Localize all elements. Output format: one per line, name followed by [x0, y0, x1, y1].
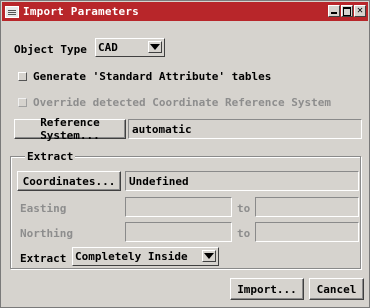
window-title: Import Parameters: [23, 5, 139, 18]
generate-tables-checkbox[interactable]: [18, 72, 27, 81]
import-button[interactable]: Import...: [230, 278, 304, 300]
object-type-value: CAD: [98, 41, 118, 54]
extract-mode-label: Extract: [20, 252, 67, 265]
import-parameters-dialog: Import Parameters ✕ Object Type CAD Gene…: [0, 0, 370, 308]
coordinates-value: Undefined: [129, 174, 189, 188]
northing-to-field[interactable]: [255, 222, 359, 242]
generate-tables-label: Generate 'Standard Attribute' tables: [33, 70, 272, 83]
minimize-icon[interactable]: [328, 5, 340, 17]
extract-mode-value: Completely Inside: [75, 250, 188, 263]
easting-from-field[interactable]: [125, 197, 232, 217]
override-crs-checkbox[interactable]: [18, 98, 27, 107]
easting-to-label: to: [237, 202, 251, 215]
extract-group-title: Extract: [25, 150, 76, 163]
easting-to-field[interactable]: [255, 197, 359, 217]
northing-from-field[interactable]: [125, 222, 232, 242]
reference-system-button[interactable]: Reference System...: [14, 116, 126, 142]
northing-label: Northing: [20, 227, 73, 240]
close-icon[interactable]: ✕: [354, 5, 366, 17]
coordinates-button[interactable]: Coordinates...: [17, 171, 121, 191]
override-crs-label: Override detected Coordinate Reference S…: [33, 96, 332, 109]
object-type-select[interactable]: CAD: [95, 38, 165, 57]
reference-system-field[interactable]: automatic: [128, 119, 362, 139]
coordinates-field[interactable]: Undefined: [125, 171, 359, 191]
chevron-down-icon: [202, 250, 216, 262]
maximize-icon[interactable]: [341, 5, 353, 17]
easting-label: Easting: [20, 202, 67, 215]
window-menu-icon[interactable]: [5, 5, 19, 18]
cancel-button[interactable]: Cancel: [309, 278, 364, 300]
reference-system-value: automatic: [132, 122, 192, 136]
title-bar[interactable]: Import Parameters ✕: [2, 2, 368, 21]
chevron-down-icon: [148, 41, 162, 53]
northing-to-label: to: [237, 227, 251, 240]
object-type-label: Object Type: [14, 43, 87, 56]
extract-mode-select[interactable]: Completely Inside: [72, 247, 219, 266]
